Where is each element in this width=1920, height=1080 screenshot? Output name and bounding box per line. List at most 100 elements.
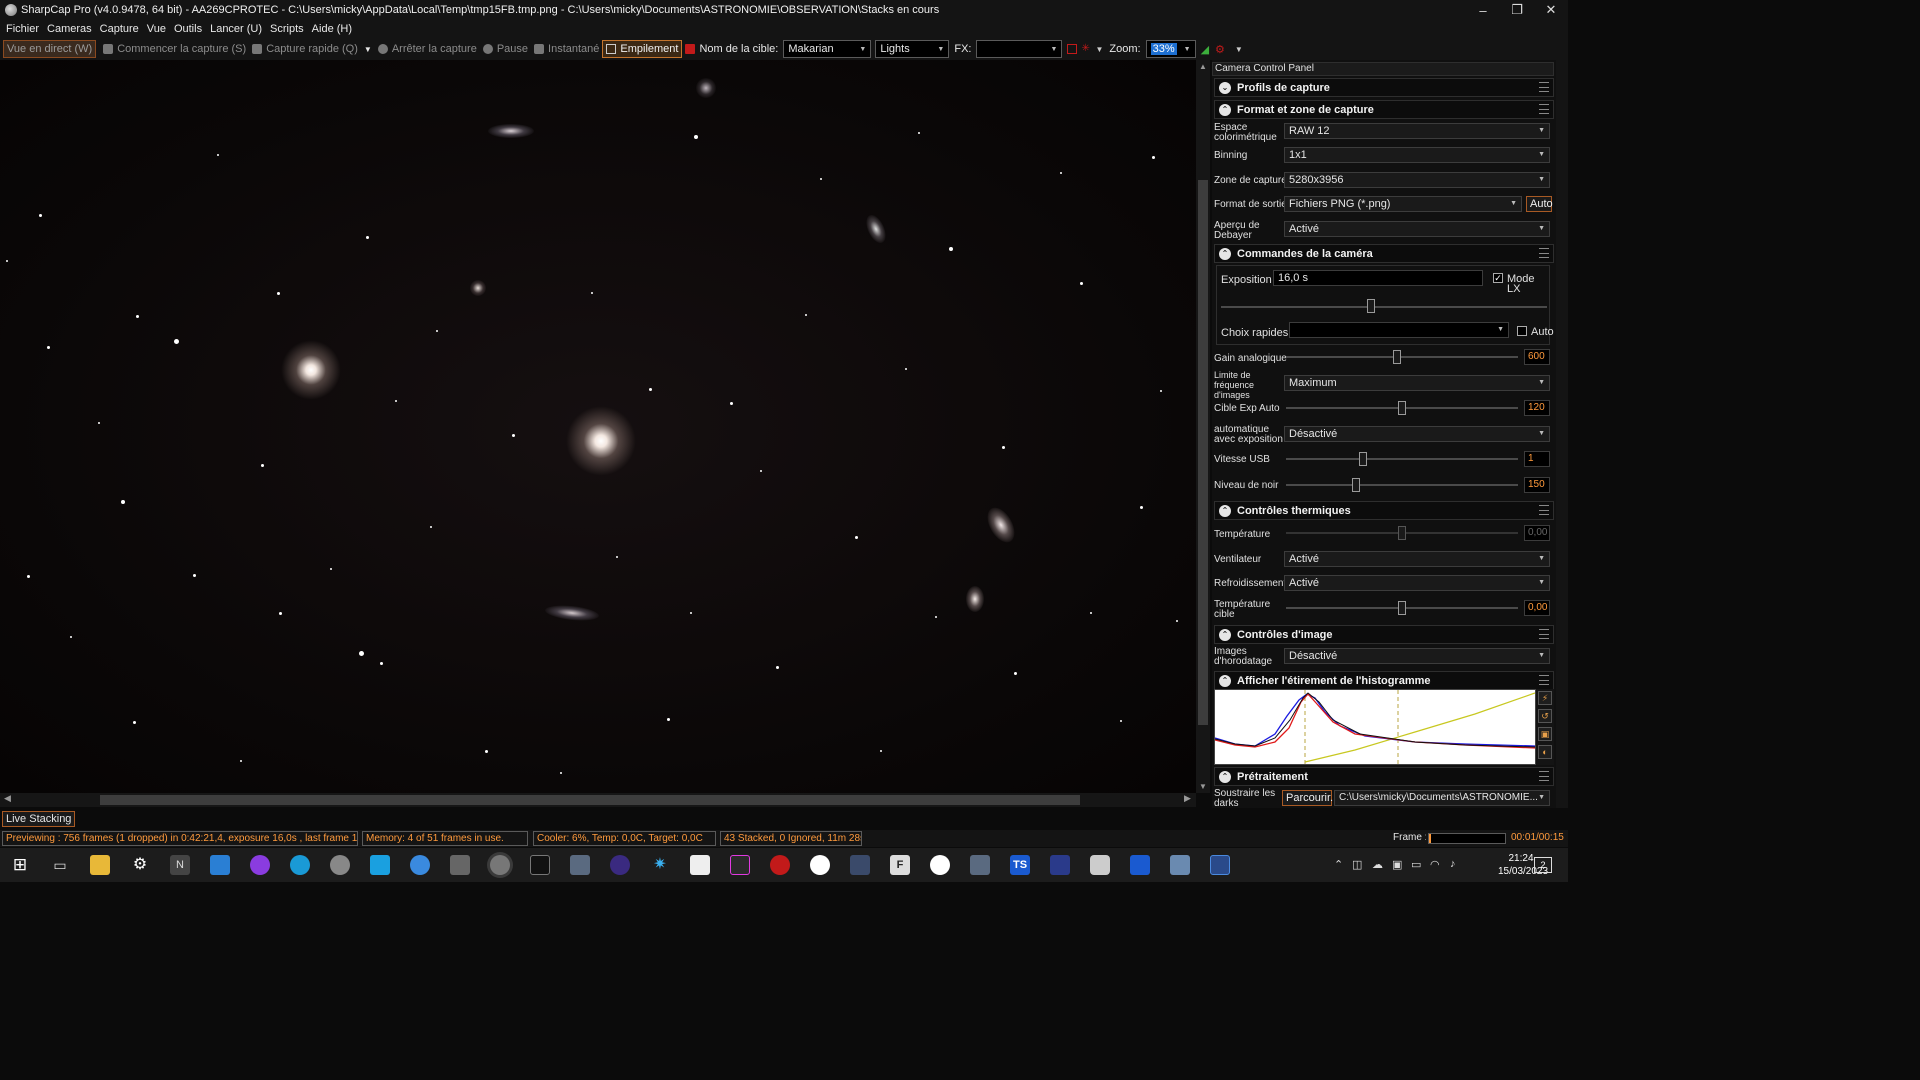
app-icon[interactable] (930, 855, 950, 875)
windows-start-icon[interactable]: ⊞ (10, 855, 30, 875)
black-level-slider-knob[interactable] (1351, 478, 1360, 492)
sharpcap-taskbar-icon[interactable] (490, 855, 510, 875)
menu-capture[interactable]: Capture (96, 23, 143, 35)
quick-capture-dropdown-icon[interactable]: ▼ (361, 40, 375, 58)
app-icon[interactable] (570, 855, 590, 875)
reset-stretch-icon[interactable]: ↺ (1538, 709, 1552, 723)
image-horizontal-scrollbar[interactable]: ◀ ▶ (0, 793, 1196, 807)
browse-darks-button[interactable]: Parcourir... (1282, 790, 1339, 806)
app-icon[interactable] (1210, 855, 1230, 875)
autoexp-slider-knob[interactable] (1398, 401, 1406, 415)
app-icon[interactable] (1170, 855, 1190, 875)
menu-vue[interactable]: Vue (143, 23, 170, 35)
hamburger-icon[interactable] (1539, 505, 1549, 515)
quick-auto-checkbox[interactable] (1517, 326, 1527, 336)
stacking-button[interactable]: Empilement (602, 40, 683, 58)
section-image-controls[interactable]: ⌃ Contrôles d'image (1214, 625, 1554, 644)
start-capture-button[interactable]: Commencer la capture (S) (100, 40, 249, 58)
app-icon[interactable] (530, 855, 550, 875)
hamburger-icon[interactable] (1539, 104, 1549, 114)
menu-outils[interactable]: Outils (170, 23, 206, 35)
exposure-input[interactable]: 16,0 s (1273, 270, 1483, 286)
notification-center-icon[interactable]: 2 (1534, 857, 1552, 873)
auto-with-exposure-select[interactable]: Désactivé ▼ (1284, 426, 1550, 442)
star-app-icon[interactable]: ✷ (650, 855, 670, 875)
app-icon[interactable] (690, 855, 710, 875)
reticle-icon[interactable] (1067, 44, 1078, 54)
auto-stretch-icon[interactable]: ⚡ (1538, 691, 1552, 705)
app-icon[interactable] (1050, 855, 1070, 875)
exposure-slider-knob[interactable] (1367, 299, 1375, 313)
lx-mode-checkbox[interactable]: ✓ (1493, 273, 1503, 283)
scroll-up-icon[interactable]: ▲ (1198, 62, 1208, 71)
image-vertical-scrollbar[interactable]: ▲ ▼ (1196, 60, 1210, 793)
edge-browser-icon[interactable] (290, 855, 310, 875)
scroll-left-icon[interactable]: ◀ (4, 793, 11, 804)
histogram-icon[interactable]: ◢ (1201, 43, 1209, 56)
black-level-slider-track[interactable] (1286, 484, 1518, 486)
live-view-button[interactable]: Vue en direct (W) (3, 40, 97, 58)
contrast-icon[interactable]: ◐ (1538, 745, 1552, 759)
roi-select[interactable]: 5280x3956 ▼ (1284, 172, 1550, 188)
zoom-select[interactable]: 33% ▼ (1145, 40, 1196, 58)
usb-slider-track[interactable] (1286, 458, 1518, 460)
colorspace-select[interactable]: RAW 12 ▼ (1284, 123, 1550, 139)
app-icon[interactable] (450, 855, 470, 875)
chevron-down-icon[interactable]: ⌄ (1219, 81, 1231, 94)
app-icon[interactable] (370, 855, 390, 875)
chevron-up-icon[interactable]: ⌃ (1219, 770, 1231, 783)
menu-cameras[interactable]: Cameras (43, 23, 96, 35)
autoexp-target-value[interactable]: 120 (1524, 400, 1550, 416)
battery-icon[interactable]: ▭ (1411, 858, 1421, 871)
settings-gear-icon[interactable]: ⚙ (1215, 43, 1225, 56)
app-icon[interactable] (850, 855, 870, 875)
hamburger-icon[interactable] (1539, 629, 1549, 639)
cooling-select[interactable]: Activé ▼ (1284, 575, 1550, 591)
framerate-select[interactable]: Maximum ▼ (1284, 375, 1550, 391)
wifi-icon[interactable]: ◠ (1430, 858, 1440, 871)
chevron-down-icon[interactable]: ▼ (1095, 45, 1103, 54)
crosshair-icon[interactable]: ✳ (1081, 44, 1091, 54)
app-icon[interactable] (1090, 855, 1110, 875)
black-level-value[interactable]: 150 (1524, 477, 1550, 493)
live-image-view[interactable] (0, 60, 1196, 793)
chevron-up-icon[interactable]: ⌃ (1219, 628, 1231, 641)
debayer-select[interactable]: Activé ▼ (1284, 221, 1550, 237)
darks-path-select[interactable]: C:\Users\micky\Documents\ASTRONOMIE... ▼ (1334, 790, 1550, 806)
pause-button[interactable]: Pause (480, 40, 531, 58)
live-stacking-tab[interactable]: Live Stacking (2, 811, 76, 827)
app-icon[interactable] (810, 855, 830, 875)
chevron-up-icon[interactable]: ⌃ (1219, 247, 1231, 260)
app-icon[interactable] (410, 855, 430, 875)
app-icon[interactable] (730, 855, 750, 875)
scroll-down-icon[interactable]: ▼ (1198, 782, 1208, 791)
app-icon[interactable]: F (890, 855, 910, 875)
menu-scripts[interactable]: Scripts (266, 23, 308, 35)
fan-select[interactable]: Activé ▼ (1284, 551, 1550, 567)
cloud-icon[interactable]: ☁ (1372, 858, 1383, 871)
scroll-thumb[interactable] (1198, 180, 1208, 725)
section-histogram[interactable]: ⌃ Afficher l'étirement de l'histogramme (1214, 671, 1554, 690)
exposure-slider-track[interactable] (1221, 306, 1547, 308)
menu-fichier[interactable]: Fichier (2, 23, 43, 35)
quick-capture-button[interactable]: Capture rapide (Q) (249, 40, 361, 58)
section-profiles[interactable]: ⌄ Profils de capture (1214, 78, 1554, 97)
chevron-up-icon[interactable]: ⌃ (1219, 103, 1231, 116)
app-icon[interactable] (610, 855, 630, 875)
output-auto-button[interactable]: Auto (1526, 196, 1553, 212)
panel-scrollbar[interactable] (1556, 60, 1568, 808)
binning-select[interactable]: 1x1 ▼ (1284, 147, 1550, 163)
app-icon[interactable] (970, 855, 990, 875)
task-view-icon[interactable]: ▭ (50, 855, 70, 875)
notepad-icon[interactable]: N (170, 855, 190, 875)
section-preprocessing[interactable]: ⌃ Prétraitement (1214, 767, 1554, 786)
quick-choice-select[interactable]: ▼ (1289, 322, 1509, 338)
section-format[interactable]: ⌃ Format et zone de capture (1214, 100, 1554, 119)
usb-slider-knob[interactable] (1358, 452, 1367, 466)
fx-select[interactable]: ▼ (976, 40, 1063, 58)
stop-capture-button[interactable]: Arrêter la capture (375, 40, 480, 58)
messenger-icon[interactable] (250, 855, 270, 875)
file-explorer-icon[interactable] (90, 855, 110, 875)
frame-type-select[interactable]: Lights ▼ (875, 40, 950, 58)
timestamp-select[interactable]: Désactivé ▼ (1284, 648, 1550, 664)
